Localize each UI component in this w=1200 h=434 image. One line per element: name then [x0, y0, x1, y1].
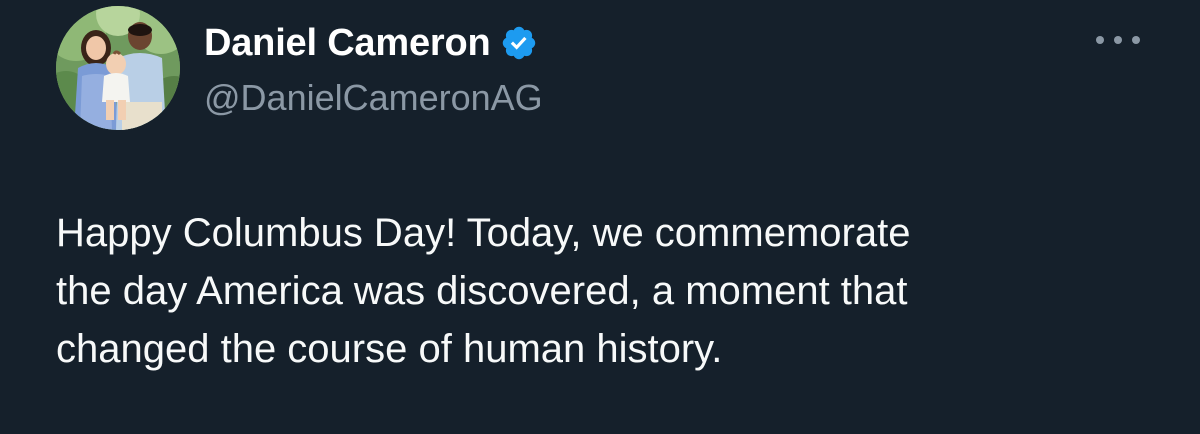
more-dot — [1114, 36, 1122, 44]
name-row: Daniel Cameron — [204, 20, 543, 66]
display-name[interactable]: Daniel Cameron — [204, 20, 491, 66]
avatar-photo — [56, 6, 180, 130]
verified-badge-icon — [500, 24, 538, 62]
more-options-icon[interactable] — [1096, 28, 1140, 52]
author-handle[interactable]: @DanielCameronAG — [204, 76, 543, 120]
more-dot — [1132, 36, 1140, 44]
avatar[interactable] — [56, 6, 180, 130]
tweet-header: Daniel Cameron @DanielCameronAG — [56, 6, 543, 130]
tweet-text: Happy Columbus Day! Today, we commemorat… — [56, 211, 911, 371]
author-identity: Daniel Cameron @DanielCameronAG — [204, 6, 543, 120]
tweet-card: Daniel Cameron @DanielCameronAG Happy Co… — [0, 0, 1200, 434]
more-dot — [1096, 36, 1104, 44]
